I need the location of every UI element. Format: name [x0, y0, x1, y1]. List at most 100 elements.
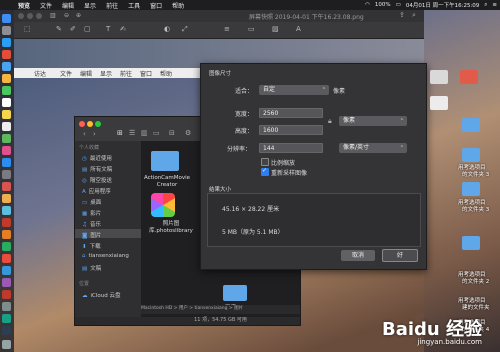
app-dock-icon[interactable] — [2, 266, 11, 275]
fill-color-icon[interactable]: ▨ — [272, 25, 279, 33]
sidebar-item-movies[interactable]: ▦ 影片 — [82, 209, 101, 217]
clock[interactable]: 04月01日 周一下午16:25:09 — [406, 1, 479, 9]
column-view-icon[interactable]: ▥ — [141, 129, 148, 137]
sidebar-item-downloads[interactable]: ⬇ 下载 — [82, 242, 101, 250]
app-dock-icon[interactable] — [2, 194, 11, 203]
sign-icon[interactable]: ✍ — [120, 25, 126, 33]
calendar-dock-icon[interactable] — [2, 98, 11, 107]
maps-dock-icon[interactable] — [2, 134, 11, 143]
preferences-dock-icon[interactable] — [2, 170, 11, 179]
resolution-unit-popup[interactable]: 像素/英寸 ⌃ — [339, 143, 407, 153]
launchpad-dock-icon[interactable] — [2, 26, 11, 35]
desktop-label[interactable]: 的文件夹 3 — [462, 170, 489, 178]
battery-percent[interactable]: 100% — [375, 2, 391, 8]
itunes-dock-icon[interactable] — [2, 146, 11, 155]
app-dock-icon[interactable] — [2, 290, 11, 299]
file-label[interactable]: 照片图库.photoslibrary — [141, 221, 201, 235]
battery-icon[interactable]: ▭ — [396, 2, 401, 8]
search-icon[interactable]: ⌕ — [484, 2, 487, 9]
sidebar-item-recents[interactable]: ◷ 最近使用 — [82, 154, 112, 162]
app-dock-icon[interactable] — [2, 218, 11, 227]
menu-app-name[interactable]: 预览 — [18, 1, 30, 10]
border-color-icon[interactable]: ▭ — [248, 25, 255, 33]
size-unit-popup[interactable]: 像素 ⌃ — [339, 116, 407, 126]
reminders-dock-icon[interactable] — [2, 122, 11, 131]
lock-icon[interactable]: 🔒︎ — [328, 117, 332, 126]
sidebar-item-music[interactable]: ♫ 音乐 — [82, 220, 101, 228]
back-icon[interactable]: ‹ — [83, 130, 86, 138]
text-icon[interactable]: T — [106, 25, 110, 33]
app-dock-icon[interactable] — [2, 254, 11, 263]
scale-checkbox[interactable] — [261, 158, 269, 166]
messages-dock-icon[interactable] — [2, 86, 11, 95]
width-field[interactable]: 2560 — [259, 108, 323, 118]
desktop-label[interactable]: 的文件夹 2 — [462, 277, 489, 285]
photos-dock-icon[interactable] — [2, 74, 11, 83]
sidebar-toggle-icon[interactable]: ▥ — [50, 12, 56, 19]
group-icon[interactable]: ⊟ — [169, 129, 175, 137]
finder-dock-icon[interactable] — [2, 14, 11, 23]
sidebar-item-home[interactable]: ⌂ tiansenxiaiang — [82, 253, 129, 259]
close-button[interactable] — [18, 13, 24, 19]
file-label[interactable]: ActionCamMovie Creator — [141, 175, 193, 189]
photos-library-icon[interactable] — [151, 193, 175, 217]
menu-help[interactable]: 帮助 — [172, 1, 184, 10]
menu-file[interactable]: 文件 — [40, 1, 52, 10]
sketch-icon[interactable]: ✎ — [56, 25, 62, 33]
zoom-in-icon[interactable]: ⊕ — [76, 12, 81, 19]
safari-dock-icon[interactable] — [2, 38, 11, 47]
menu-edit[interactable]: 编辑 — [62, 1, 74, 10]
selection-icon[interactable]: ⬚ — [24, 25, 31, 33]
forward-icon[interactable]: › — [93, 130, 96, 138]
close-button[interactable] — [79, 121, 85, 127]
minimize-button[interactable] — [27, 13, 33, 19]
folder-icon[interactable] — [462, 236, 480, 250]
icon-view-icon[interactable]: ⊞ — [117, 129, 123, 137]
resample-checkbox[interactable] — [261, 167, 269, 176]
folder-icon[interactable] — [151, 151, 179, 171]
app-dock-icon[interactable] — [2, 206, 11, 215]
folder-icon[interactable] — [430, 70, 448, 84]
height-field[interactable]: 1600 — [259, 125, 323, 135]
chrome-dock-icon[interactable] — [2, 50, 11, 59]
menu-view[interactable]: 显示 — [84, 1, 96, 10]
zoom-button[interactable] — [36, 13, 42, 19]
menu-list-icon[interactable]: ≡ — [492, 2, 497, 8]
sidebar-item-documents[interactable]: ▤ 文稿 — [82, 264, 101, 272]
mail-dock-icon[interactable] — [2, 62, 11, 71]
sidebar-item-applications[interactable]: A 应用程序 — [82, 187, 111, 195]
sidebar-item-airdrop[interactable]: ◎ 隔空投送 — [82, 176, 112, 184]
action-gear-icon[interactable]: ⚙ — [185, 129, 191, 137]
menu-tools[interactable]: 工具 — [128, 1, 140, 10]
sidebar-item-all-documents[interactable]: ▤ 所有文稿 — [82, 165, 112, 173]
app-dock-icon[interactable] — [2, 278, 11, 287]
menu-window[interactable]: 窗口 — [150, 1, 162, 10]
notes-dock-icon[interactable] — [2, 110, 11, 119]
folder-icon[interactable] — [430, 96, 448, 110]
folder-icon[interactable] — [460, 70, 478, 84]
folder-icon[interactable] — [462, 148, 480, 162]
draw-icon[interactable]: ✐ — [70, 25, 76, 33]
path-bar[interactable]: Macintosh HD > 用户 > tiansenxiaiang > 图片 — [141, 305, 300, 314]
share-icon[interactable]: ⇪ — [399, 11, 405, 19]
app-dock-icon[interactable] — [2, 230, 11, 239]
cancel-button[interactable]: 取消 — [341, 250, 375, 261]
app-dock-icon[interactable] — [2, 326, 11, 335]
menu-go[interactable]: 前往 — [106, 1, 118, 10]
app-dock-icon[interactable] — [2, 314, 11, 323]
app-dock-icon[interactable] — [2, 302, 11, 311]
adjust-color-icon[interactable]: ◐ — [164, 25, 170, 33]
folder-icon[interactable] — [223, 285, 247, 301]
shape-style-icon[interactable]: ≡ — [224, 25, 230, 33]
folder-icon[interactable] — [462, 118, 480, 132]
gallery-view-icon[interactable]: ▭ — [153, 129, 160, 137]
app-dock-icon[interactable] — [2, 182, 11, 191]
text-style-icon[interactable]: A — [296, 25, 301, 33]
sidebar-item-icloud[interactable]: ☁ iCloud 云盘 — [82, 291, 121, 299]
app-dock-icon[interactable] — [2, 242, 11, 251]
adjust-size-icon[interactable]: ⤢ — [182, 25, 188, 34]
folder-icon[interactable] — [462, 182, 480, 196]
sidebar-item-pictures[interactable]: ◙ 图片 — [82, 231, 101, 239]
shapes-icon[interactable]: ▢ — [84, 25, 91, 33]
zoom-out-icon[interactable]: ⊖ — [64, 12, 69, 19]
